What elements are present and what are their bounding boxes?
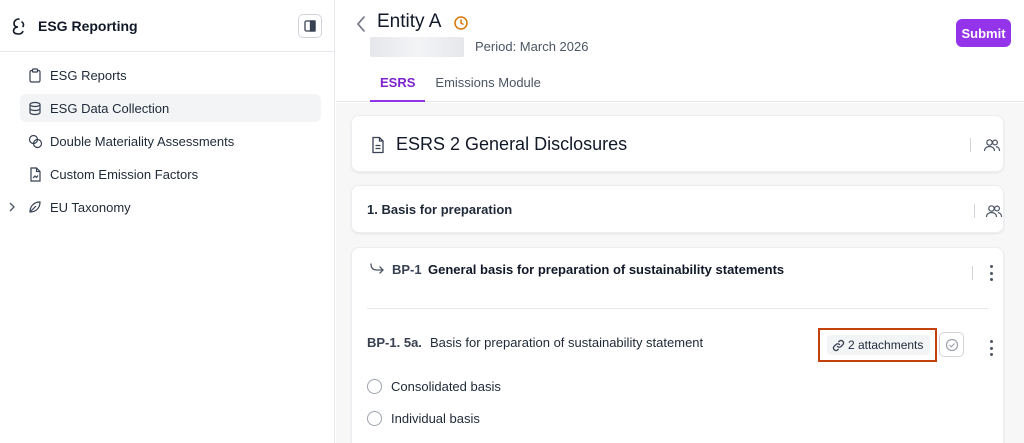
app-logo-icon [10,16,30,36]
sidebar-nav: ESG Reports ESG Data Collection Double M… [0,52,334,221]
option-label: Individual basis [391,411,480,426]
collapse-sidebar-button[interactable] [298,13,322,38]
page-header: Entity A Period: March 2026 Submit ESRS … [336,0,1024,102]
clock-icon[interactable] [453,15,469,31]
radio-button[interactable] [367,411,382,426]
database-icon [27,100,43,116]
disclosure-card: ESRS 2 General Disclosures [351,115,1004,172]
subdirectory-arrow-icon [369,262,385,276]
attachments-button[interactable]: 2 attachments [827,335,930,355]
app-title: ESG Reporting [38,17,138,34]
period-label: Period: March 2026 [475,39,589,54]
link-icon [832,339,845,352]
sidebar-item-label: Custom Emission Factors [50,166,199,182]
users-icon[interactable] [985,204,1003,218]
more-options-icon[interactable] [988,340,994,356]
bp-title: General basis for preparation of sustain… [428,262,785,277]
option-label: Consolidated basis [391,379,501,394]
radio-button[interactable] [367,379,382,394]
attachments-label: 2 attachments [848,338,924,352]
tab-emissions-module[interactable]: Emissions Module [425,68,551,102]
separator [367,308,988,309]
question-text: Basis for preparation of sustainability … [430,335,704,350]
sidebar-item-esg-data-collection[interactable]: ESG Data Collection [20,94,321,122]
section-title: 1. Basis for preparation [367,202,513,217]
sidebar-item-double-materiality[interactable]: Double Materiality Assessments [20,127,321,155]
sidebar-item-custom-emission-factors[interactable]: Custom Emission Factors [20,160,321,188]
sidebar-item-label: Double Materiality Assessments [50,133,235,149]
disclosure-title: ESRS 2 General Disclosures [396,134,628,154]
question-code: BP-1. 5a. [367,335,422,350]
sidebar-item-label: ESG Reports [50,67,127,83]
sidebar-toggle-icon [304,19,316,32]
back-button[interactable] [356,15,368,33]
document-icon [370,136,386,154]
sidebar-item-eu-taxonomy[interactable]: EU Taxonomy [9,193,321,221]
content-area: ESRS 2 General Disclosures 1. Basis for … [336,103,1024,443]
main-panel: Entity A Period: March 2026 Submit ESRS … [336,0,1024,443]
chevron-left-icon [356,16,365,32]
page-title: Entity A [377,11,442,32]
option-consolidated-basis[interactable]: Consolidated basis [367,379,501,394]
section-card[interactable]: 1. Basis for preparation [351,185,1004,233]
divider [970,138,971,152]
tab-bar: ESRS Emissions Module [370,68,551,102]
check-circle-icon [945,338,958,351]
sidebar-item-label: EU Taxonomy [50,199,131,215]
option-individual-basis[interactable]: Individual basis [367,411,480,426]
sidebar: ESG Reporting ESG Reports ESG Data Colle… [0,0,335,443]
attachments-highlight: 2 attachments [818,328,937,362]
leaf-icon [27,199,43,215]
divider [974,204,975,218]
tab-esrs[interactable]: ESRS [370,68,426,102]
sidebar-header: ESG Reporting [0,0,334,52]
clipboard-icon [27,67,43,83]
divider [972,266,973,280]
sidebar-item-esg-reports[interactable]: ESG Reports [20,61,321,89]
sidebar-item-label: ESG Data Collection [50,100,170,116]
submit-button[interactable]: Submit [956,19,1011,47]
more-options-icon[interactable] [988,265,994,281]
users-icon[interactable] [983,138,1001,152]
redacted-field [370,37,464,57]
bp-code: BP-1 [392,262,422,277]
circles-icon [27,133,43,149]
mark-complete-button[interactable] [939,332,964,357]
file-chart-icon [27,166,43,182]
requirement-card: BP-1 General basis for preparation of su… [351,247,1004,443]
chevron-right-icon[interactable] [6,200,18,214]
